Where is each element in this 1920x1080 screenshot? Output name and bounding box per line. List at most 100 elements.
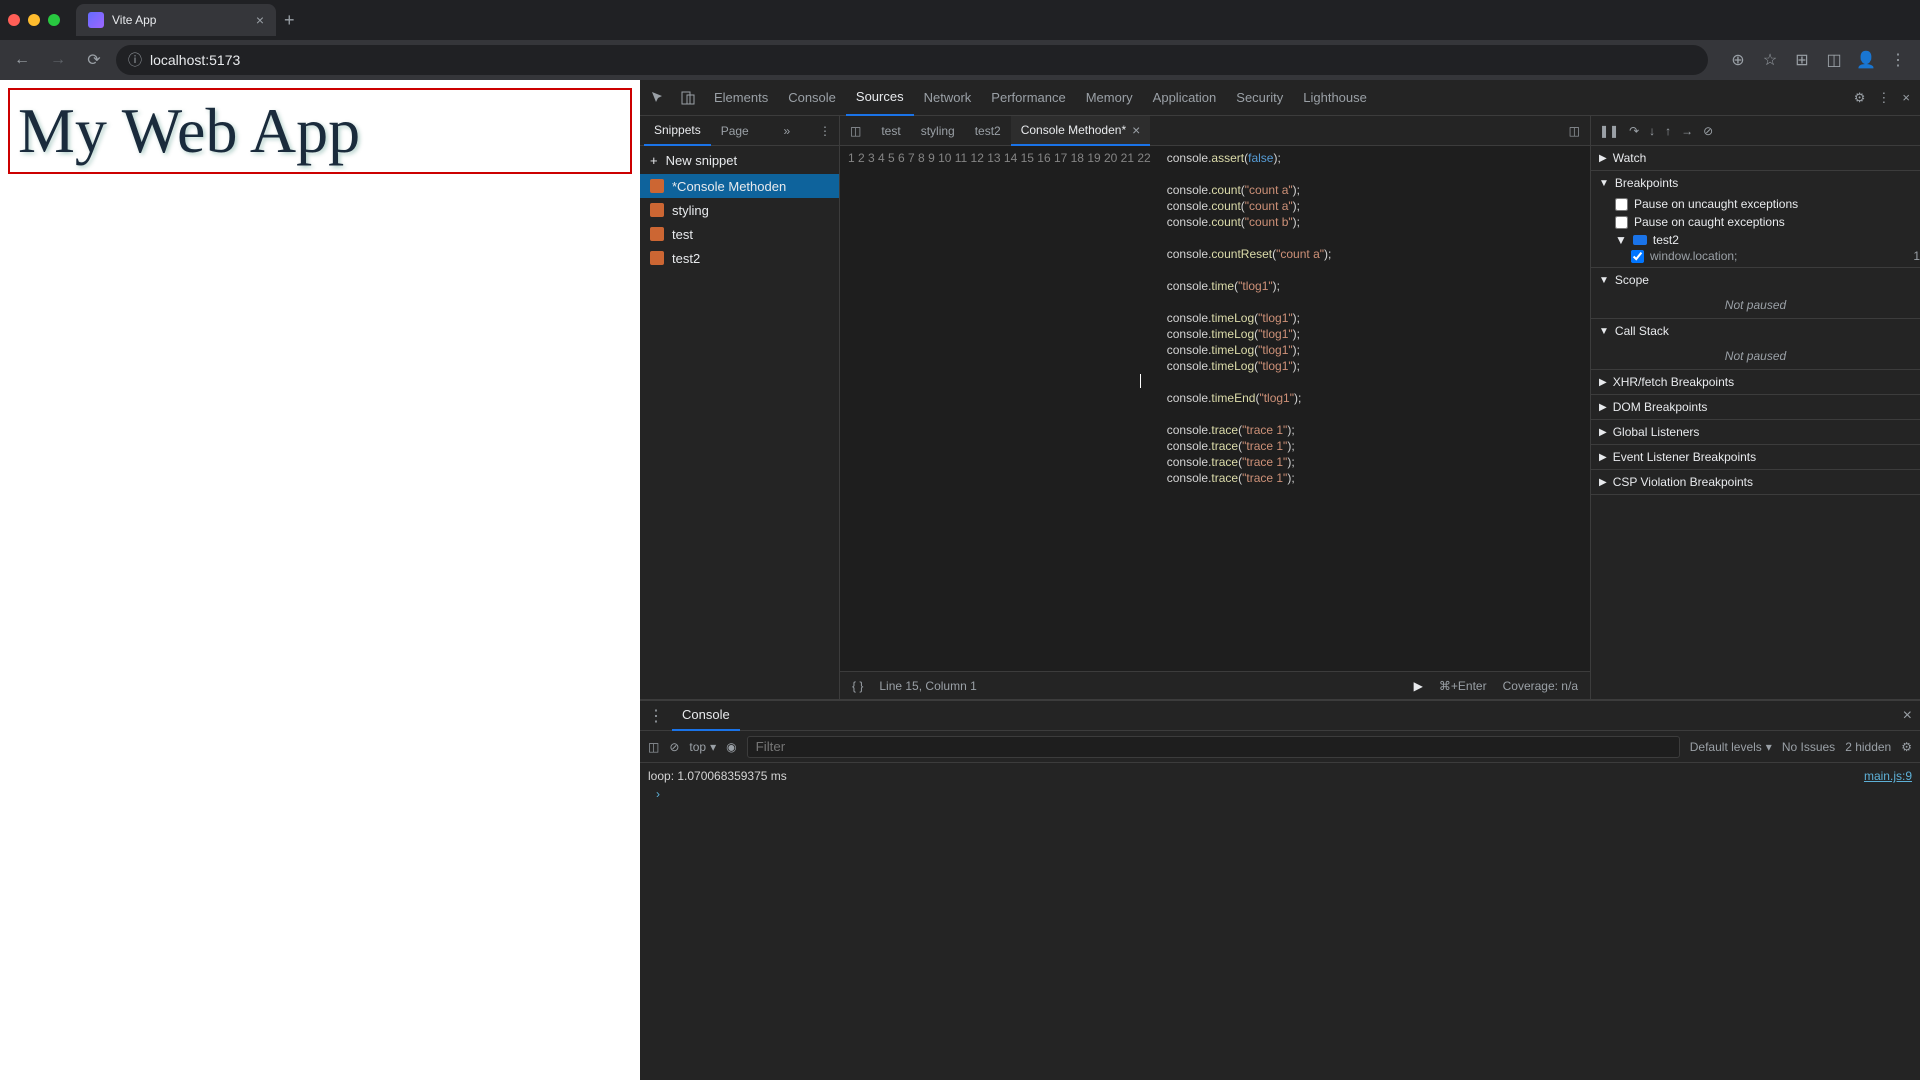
log-source-link[interactable]: main.js:9 bbox=[1864, 769, 1912, 783]
url-text: localhost:5173 bbox=[150, 52, 240, 68]
settings-icon[interactable]: ⚙ bbox=[1848, 80, 1872, 116]
toggle-navigator-icon[interactable]: ◫ bbox=[844, 116, 867, 146]
snippet-item[interactable]: styling bbox=[640, 198, 839, 222]
breakpoint-checkbox[interactable] bbox=[1631, 250, 1644, 263]
editor-tab[interactable]: styling bbox=[911, 116, 965, 146]
step-over-button[interactable]: ↷ bbox=[1629, 124, 1639, 138]
devtools-tab-memory[interactable]: Memory bbox=[1076, 80, 1143, 116]
watch-section-header[interactable]: ▶Watch bbox=[1591, 146, 1920, 170]
log-levels-selector[interactable]: Default levels▾ bbox=[1690, 740, 1772, 754]
devtools-tab-application[interactable]: Application bbox=[1143, 80, 1227, 116]
breakpoint-file[interactable]: ▼test2 bbox=[1615, 233, 1920, 247]
event-listener-breakpoints-header[interactable]: ▶Event Listener Breakpoints bbox=[1591, 445, 1920, 469]
devtools-tab-network[interactable]: Network bbox=[914, 80, 982, 116]
url-bar[interactable]: ⓘ localhost:5173 bbox=[116, 45, 1708, 75]
site-info-icon[interactable]: ⓘ bbox=[128, 50, 142, 70]
profile-icon[interactable]: 👤 bbox=[1852, 46, 1880, 74]
close-drawer-button[interactable]: × bbox=[1903, 707, 1912, 725]
coverage-status: Coverage: n/a bbox=[1503, 679, 1578, 693]
minimize-window-button[interactable] bbox=[28, 14, 40, 26]
more-tabs-icon[interactable]: ◫ bbox=[1563, 116, 1586, 146]
line-gutter[interactable]: 1 2 3 4 5 6 7 8 9 10 11 12 13 14 15 16 1… bbox=[840, 146, 1159, 671]
devtools-body: Snippets Page » ⋮ + New snippet *Console… bbox=[640, 116, 1920, 1080]
format-icon[interactable]: { } bbox=[852, 679, 863, 693]
new-snippet-button[interactable]: + New snippet bbox=[640, 146, 839, 174]
console-filter-input[interactable] bbox=[747, 736, 1680, 758]
devtools-tab-performance[interactable]: Performance bbox=[981, 80, 1075, 116]
console-settings-icon[interactable]: ⚙ bbox=[1901, 740, 1912, 754]
text-cursor bbox=[1140, 374, 1141, 388]
live-expression-icon[interactable]: ◉ bbox=[726, 740, 736, 754]
breakpoints-section-header[interactable]: ▼Breakpoints bbox=[1591, 171, 1920, 195]
pause-caught-checkbox[interactable] bbox=[1615, 216, 1628, 229]
sidebar-toggle-icon[interactable]: ◫ bbox=[648, 740, 659, 754]
devtools-tab-sources[interactable]: Sources bbox=[846, 80, 914, 116]
pause-uncaught-checkbox-row[interactable]: Pause on uncaught exceptions bbox=[1591, 195, 1920, 213]
devtools-tab-elements[interactable]: Elements bbox=[704, 80, 778, 116]
more-icon[interactable]: ⋮ bbox=[1871, 80, 1896, 116]
close-window-button[interactable] bbox=[8, 14, 20, 26]
sidebar-menu-icon[interactable]: ⋮ bbox=[815, 116, 835, 146]
pause-uncaught-checkbox[interactable] bbox=[1615, 198, 1628, 211]
maximize-window-button[interactable] bbox=[48, 14, 60, 26]
close-tab-button[interactable]: × bbox=[256, 12, 264, 28]
editor-tab[interactable]: test bbox=[871, 116, 910, 146]
editor-tab[interactable]: test2 bbox=[965, 116, 1011, 146]
close-editor-tab-icon[interactable]: × bbox=[1132, 122, 1140, 138]
snippet-item[interactable]: test2 bbox=[640, 246, 839, 270]
code-content[interactable]: console.assert(false); console.count("co… bbox=[1159, 146, 1590, 671]
devtools-tab-lighthouse[interactable]: Lighthouse bbox=[1293, 80, 1377, 116]
snippet-item[interactable]: *Console Methoden bbox=[640, 174, 839, 198]
browser-tab[interactable]: Vite App × bbox=[76, 4, 276, 36]
call-stack-not-paused: Not paused bbox=[1591, 343, 1920, 369]
log-text: loop: 1.070068359375 ms bbox=[648, 769, 787, 783]
issues-link[interactable]: No Issues bbox=[1782, 740, 1835, 754]
close-devtools-icon[interactable]: × bbox=[1896, 80, 1916, 116]
dom-breakpoints-header[interactable]: ▶DOM Breakpoints bbox=[1591, 395, 1920, 419]
reload-button[interactable]: ⟳ bbox=[80, 46, 108, 74]
inspect-icon[interactable] bbox=[644, 80, 672, 116]
editor-tab[interactable]: Console Methoden*× bbox=[1011, 116, 1151, 146]
run-shortcut-hint: ⌘+Enter bbox=[1439, 679, 1487, 693]
global-listeners-header[interactable]: ▶Global Listeners bbox=[1591, 420, 1920, 444]
hidden-count[interactable]: 2 hidden bbox=[1845, 740, 1891, 754]
clear-console-button[interactable]: ⊘ bbox=[669, 740, 679, 754]
console-prompt[interactable]: › bbox=[648, 785, 1912, 803]
new-tab-button[interactable]: + bbox=[284, 10, 295, 31]
pause-caught-checkbox-row[interactable]: Pause on caught exceptions bbox=[1591, 213, 1920, 231]
menu-icon[interactable]: ⋮ bbox=[1884, 46, 1912, 74]
devtools-tab-security[interactable]: Security bbox=[1226, 80, 1293, 116]
code-editor[interactable]: 1 2 3 4 5 6 7 8 9 10 11 12 13 14 15 16 1… bbox=[840, 146, 1590, 671]
snippet-item[interactable]: test bbox=[640, 222, 839, 246]
step-out-button[interactable]: ↑ bbox=[1665, 124, 1671, 138]
nav-bar: ← → ⟳ ⓘ localhost:5173 ⊕ ☆ ⊞ ◫ 👤 ⋮ bbox=[0, 40, 1920, 80]
deactivate-breakpoints-button[interactable]: ⊘ bbox=[1703, 124, 1713, 138]
sidebar-tab-page[interactable]: Page bbox=[711, 116, 759, 146]
zoom-icon[interactable]: ⊕ bbox=[1724, 46, 1752, 74]
breakpoint-item[interactable]: window.location;1 bbox=[1615, 247, 1920, 265]
forward-button[interactable]: → bbox=[44, 46, 72, 74]
device-toggle-icon[interactable] bbox=[674, 80, 702, 116]
devtools-tab-console[interactable]: Console bbox=[778, 80, 846, 116]
extensions-icon[interactable]: ⊞ bbox=[1788, 46, 1816, 74]
drawer-menu-icon[interactable]: ⋮ bbox=[648, 706, 664, 726]
step-into-button[interactable]: ↓ bbox=[1649, 124, 1655, 138]
bookmark-icon[interactable]: ☆ bbox=[1756, 46, 1784, 74]
sidebar-tab-snippets[interactable]: Snippets bbox=[644, 116, 711, 146]
csp-breakpoints-header[interactable]: ▶CSP Violation Breakpoints bbox=[1591, 470, 1920, 494]
sidebar-more-icon[interactable]: » bbox=[780, 116, 795, 146]
scope-not-paused: Not paused bbox=[1591, 292, 1920, 318]
run-snippet-button[interactable]: ▶ bbox=[1414, 679, 1423, 693]
page-heading: My Web App bbox=[8, 88, 632, 174]
call-stack-section-header[interactable]: ▼Call Stack bbox=[1591, 319, 1920, 343]
pause-button[interactable]: ❚❚ bbox=[1599, 124, 1619, 138]
xhr-breakpoints-header[interactable]: ▶XHR/fetch Breakpoints bbox=[1591, 370, 1920, 394]
side-panel-icon[interactable]: ◫ bbox=[1820, 46, 1848, 74]
scope-section-header[interactable]: ▼Scope bbox=[1591, 268, 1920, 292]
console-output[interactable]: loop: 1.070068359375 ms main.js:9 › bbox=[640, 763, 1920, 1080]
browser-chrome: Vite App × + ← → ⟳ ⓘ localhost:5173 ⊕ ☆ … bbox=[0, 0, 1920, 80]
console-context-selector[interactable]: top▾ bbox=[689, 740, 716, 754]
step-button[interactable]: → bbox=[1681, 124, 1693, 138]
console-drawer-tab[interactable]: Console bbox=[672, 701, 740, 731]
back-button[interactable]: ← bbox=[8, 46, 36, 74]
